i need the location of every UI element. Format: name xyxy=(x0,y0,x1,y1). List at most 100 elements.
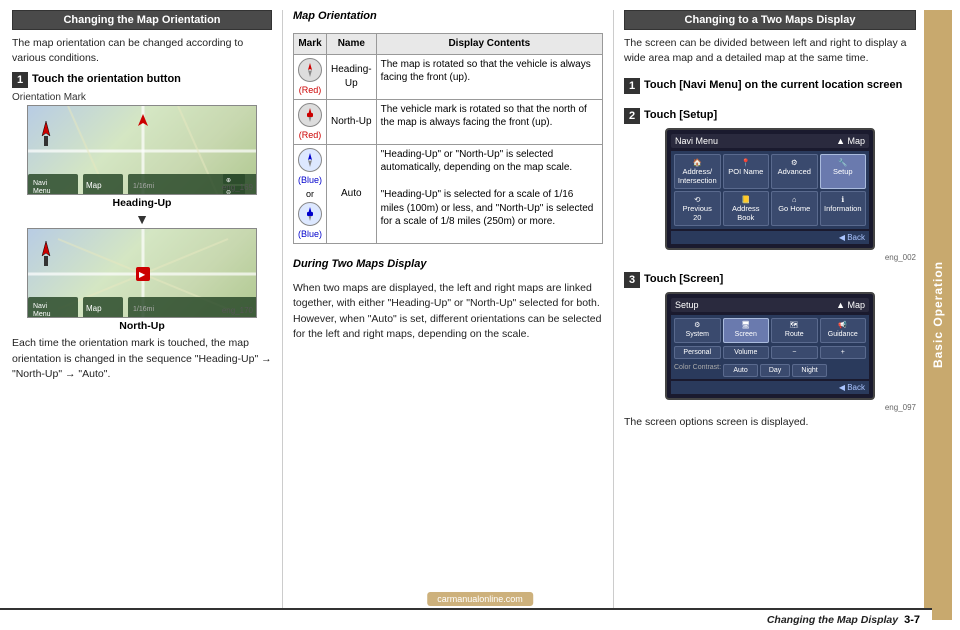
btn-label-gohome: Go Home xyxy=(774,204,815,213)
navi-btn-previous[interactable]: ⟲ Previous20 xyxy=(674,191,721,226)
col-header-mark: Mark xyxy=(294,34,327,55)
bottom-bar: Changing the Map Display 3-7 xyxy=(0,608,932,630)
left-intro: The map orientation can be changed accor… xyxy=(12,36,272,66)
navi-back-bar: ◀ Back xyxy=(671,231,869,244)
table-row-auto: (Blue) or (Blue) xyxy=(294,144,603,243)
navi-btn-address[interactable]: 🏠 Address/Intersection xyxy=(674,154,721,189)
setup-btn-day[interactable]: Day xyxy=(760,364,790,377)
label-minus: − xyxy=(774,349,815,356)
btn-label-previous: Previous20 xyxy=(677,204,718,222)
btn-icon-addrbook: 📒 xyxy=(726,195,767,204)
divider-left-middle xyxy=(282,10,283,620)
setup-screen-header: Setup ▲ Map xyxy=(671,298,869,312)
eng-label-170: eng_170 xyxy=(222,306,253,315)
setup-btn-personal[interactable]: Personal xyxy=(674,346,721,359)
right-step2-number: 2 xyxy=(624,108,640,124)
setup-btn-plus[interactable]: + xyxy=(820,346,867,359)
label-guidance: Guidance xyxy=(823,331,864,339)
bottom-bar-label: Changing the Map Display xyxy=(767,614,898,626)
page-number: 3-7 xyxy=(904,614,920,626)
col-header-display: Display Contents xyxy=(376,34,602,55)
compass-icon-north xyxy=(298,103,322,127)
label-route: Route xyxy=(774,331,815,339)
step1-description: Each time the orientation mark is touche… xyxy=(12,336,272,382)
step1-row: 1 Touch the orientation button xyxy=(12,72,272,88)
step1-title: Touch the orientation button xyxy=(32,72,181,86)
mark-north-up: (Red) xyxy=(294,99,327,144)
label-system: System xyxy=(677,331,718,339)
btn-label-info: Information xyxy=(823,204,864,213)
left-column: Changing the Map Orientation The map ori… xyxy=(12,10,272,620)
svg-text:1/16mi: 1/16mi xyxy=(133,306,154,313)
setup-btn-volume[interactable]: Volume xyxy=(723,346,770,359)
compass-icon-auto2 xyxy=(298,202,322,226)
navi-map-label: ▲ Map xyxy=(836,136,865,146)
sidebar: Basic Operation xyxy=(924,10,952,620)
right-step1: 1 Touch [Navi Menu] on the current locat… xyxy=(624,78,916,98)
compass-svg-north xyxy=(301,106,319,124)
navi-grid: 🏠 Address/Intersection 📍 POI Name ⚙ Adva… xyxy=(671,151,869,229)
right-step1-row: 1 Touch [Navi Menu] on the current locat… xyxy=(624,78,916,94)
table-title: Map Orientation xyxy=(293,10,603,22)
setup-btn-route[interactable]: 🗺 Route xyxy=(771,318,818,343)
navi-btn-addrbook[interactable]: 📒 AddressBook xyxy=(723,191,770,226)
btn-icon-setup: 🔧 xyxy=(823,158,864,167)
navi-btn-advanced[interactable]: ⚙ Advanced xyxy=(771,154,818,189)
svg-text:Navi: Navi xyxy=(33,303,47,310)
color-contrast-label: Color Contrast: xyxy=(674,364,721,377)
navi-btn-gohome[interactable]: ⌂ Go Home xyxy=(771,191,818,226)
btn-label-poi: POI Name xyxy=(726,167,767,176)
compass-icon-heading xyxy=(298,58,322,82)
map-orientation-table: Mark Name Display Contents xyxy=(293,33,603,244)
desc-auto: "Heading-Up" or "North-Up" is selected a… xyxy=(376,144,602,243)
setup-btn-guidance[interactable]: 📢 Guidance xyxy=(820,318,867,343)
setup-map-label: ▲ Map xyxy=(836,300,865,310)
svg-text:Map: Map xyxy=(86,181,102,190)
setup-btn-minus[interactable]: − xyxy=(771,346,818,359)
heading-up-caption: Heading-Up xyxy=(12,197,272,209)
setup-screen: Setup ▲ Map ⚙ System 🖥 Screen 🗺 Route xyxy=(665,292,875,400)
mark-auto: (Blue) or (Blue) xyxy=(294,144,327,243)
btn-label-address: Address/Intersection xyxy=(677,167,718,185)
svg-text:Menu: Menu xyxy=(33,311,51,317)
during-title: During Two Maps Display xyxy=(293,258,603,270)
navi-btn-poi[interactable]: 📍 POI Name xyxy=(723,154,770,189)
map-heading-up-image: Navi Menu Map 1/16mi ⊕ ⊖ eng_169 xyxy=(27,105,257,195)
setup-btn-screen[interactable]: 🖥 Screen xyxy=(723,318,770,343)
label-volume: Volume xyxy=(726,349,767,356)
blue-label-1: (Blue) xyxy=(298,174,322,186)
right-step1-title: Touch [Navi Menu] on the current locatio… xyxy=(644,78,902,92)
desc-north-up: The vehicle mark is rotated so that the … xyxy=(376,99,602,144)
step1-number: 1 xyxy=(12,72,28,88)
right-section-title: Changing to a Two Maps Display xyxy=(624,10,916,30)
setup-grid: ⚙ System 🖥 Screen 🗺 Route 📢 Guidance xyxy=(671,315,869,346)
btn-icon-previous: ⟲ xyxy=(677,195,718,204)
mark-heading-up: (Red) xyxy=(294,54,327,99)
icon-system: ⚙ xyxy=(677,322,718,330)
btn-label-addrbook: AddressBook xyxy=(726,204,767,222)
setup-btn-system[interactable]: ⚙ System xyxy=(674,318,721,343)
setup-label: Setup xyxy=(675,300,699,310)
right-step3-row: 3 Touch [Screen] xyxy=(624,272,916,288)
compass-auto-svg1 xyxy=(301,151,319,169)
arrow-down: ▼ xyxy=(12,212,272,226)
btn-label-setup: Setup xyxy=(823,167,864,176)
right-step2-row: 2 Touch [Setup] xyxy=(624,108,916,124)
map-roads-svg2: ▶ Navi Menu Map 1/16mi xyxy=(28,229,256,317)
red-label-2: (Red) xyxy=(299,129,322,141)
navi-menu-screen: Navi Menu ▲ Map 🏠 Address/Intersection 📍… xyxy=(665,128,875,250)
svg-text:Map: Map xyxy=(86,304,102,313)
screen-caption: The screen options screen is displayed. xyxy=(624,415,916,430)
or-label: or xyxy=(306,188,314,200)
navi-screen-header: Navi Menu ▲ Map xyxy=(671,134,869,148)
navi-btn-info[interactable]: ℹ Information xyxy=(820,191,867,226)
navi-btn-setup[interactable]: 🔧 Setup xyxy=(820,154,867,189)
right-step2-title: Touch [Setup] xyxy=(644,108,717,122)
right-step1-number: 1 xyxy=(624,78,640,94)
btn-icon-advanced: ⚙ xyxy=(774,158,815,167)
step1-section: 1 Touch the orientation button Orientati… xyxy=(12,72,272,382)
setup-btn-auto[interactable]: Auto xyxy=(723,364,758,377)
desc-heading-up: The map is rotated so that the vehicle i… xyxy=(376,54,602,99)
color-contrast-row: Color Contrast: Auto Day Night xyxy=(671,362,869,379)
setup-btn-night[interactable]: Night xyxy=(792,364,827,377)
